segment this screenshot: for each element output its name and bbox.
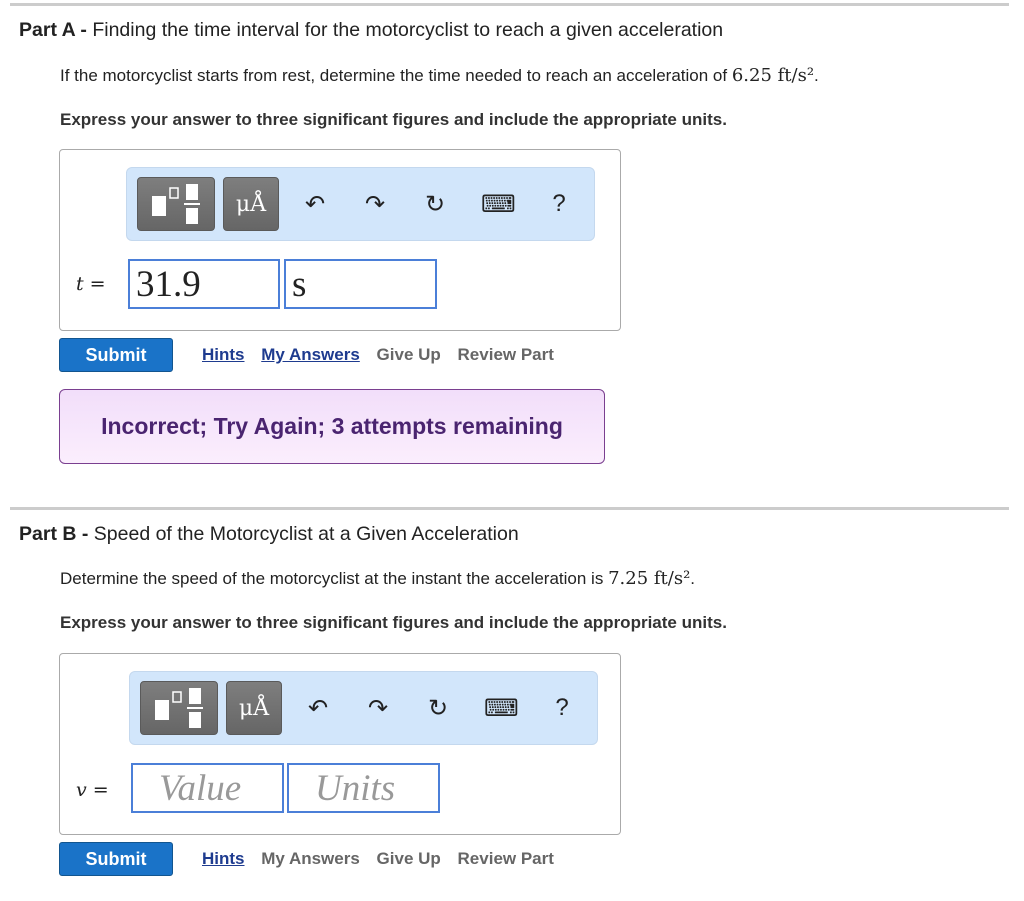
part-a-title: Part A - Finding the time interval for t… (19, 19, 723, 42)
units-input[interactable] (284, 259, 437, 309)
templates-button[interactable] (140, 681, 218, 735)
reset-icon[interactable]: ↻ (420, 190, 450, 219)
my-answers-link[interactable]: My Answers (261, 345, 360, 364)
part-a-prompt: If the motorcyclist starts from rest, de… (60, 65, 819, 86)
part-b-heading: Speed of the Motorcyclist at a Given Acc… (93, 523, 519, 545)
fraction-templates-icon (155, 688, 203, 728)
divider (10, 3, 1009, 6)
symbols-button[interactable]: μÅ (223, 177, 279, 231)
feedback-message: Incorrect; Try Again; 3 attempts remaini… (59, 389, 605, 464)
templates-button[interactable] (137, 177, 215, 231)
prompt-end: . (814, 66, 819, 85)
submit-button[interactable]: Submit (59, 842, 173, 876)
fraction-templates-icon (152, 184, 200, 224)
prompt-math: 6.25 ft/s² (731, 65, 815, 86)
part-a-label: Part A - (19, 19, 87, 41)
symbols-icon: μÅ (235, 192, 267, 217)
variable-label: t = (76, 273, 106, 295)
redo-icon[interactable]: ↷ (363, 694, 393, 723)
help-icon[interactable]: ? (547, 694, 577, 722)
part-b-instruction: Express your answer to three significant… (60, 613, 727, 632)
part-b-answer-box: μÅ ↶ ↷ ↻ ⌨ ? v = (59, 653, 621, 835)
prompt-math: 7.25 ft/s² (608, 568, 691, 589)
part-b-title: Part B - Speed of the Motorcyclist at a … (19, 523, 519, 546)
review-part-link[interactable]: Review Part (458, 345, 554, 364)
part-a-links: Hints My Answers Give Up Review Part (202, 345, 566, 365)
part-b-prompt: Determine the speed of the motorcyclist … (60, 568, 695, 589)
hints-link[interactable]: Hints (202, 345, 245, 364)
prompt-text: If the motorcyclist starts from rest, de… (60, 66, 728, 85)
value-input[interactable] (128, 259, 280, 309)
prompt-text: Determine the speed of the motorcyclist … (60, 569, 604, 588)
give-up-link[interactable]: Give Up (377, 849, 441, 868)
prompt-end: . (690, 569, 696, 588)
redo-icon[interactable]: ↷ (360, 190, 390, 219)
give-up-link[interactable]: Give Up (377, 345, 441, 364)
part-a-instruction: Express your answer to three significant… (60, 110, 727, 129)
keyboard-icon[interactable]: ⌨ (484, 694, 519, 723)
submit-button[interactable]: Submit (59, 338, 173, 372)
hints-link[interactable]: Hints (202, 849, 245, 868)
variable-label: v = (76, 779, 109, 801)
reset-icon[interactable]: ↻ (423, 694, 453, 723)
keyboard-icon[interactable]: ⌨ (481, 190, 516, 219)
help-icon[interactable]: ? (544, 190, 574, 218)
units-input[interactable] (287, 763, 440, 813)
undo-icon[interactable]: ↶ (300, 190, 330, 219)
math-toolbar: μÅ ↶ ↷ ↻ ⌨ ? (126, 167, 595, 241)
review-part-link[interactable]: Review Part (458, 849, 554, 868)
part-a-answer-box: μÅ ↶ ↷ ↻ ⌨ ? t = (59, 149, 621, 331)
part-b-links: Hints My Answers Give Up Review Part (202, 849, 566, 869)
divider (10, 507, 1009, 510)
symbols-icon: μÅ (238, 696, 270, 721)
symbols-button[interactable]: μÅ (226, 681, 282, 735)
part-a-heading: Finding the time interval for the motorc… (92, 19, 724, 41)
my-answers-link[interactable]: My Answers (261, 849, 360, 868)
math-toolbar: μÅ ↶ ↷ ↻ ⌨ ? (129, 671, 598, 745)
value-input[interactable] (131, 763, 284, 813)
undo-icon[interactable]: ↶ (303, 694, 333, 723)
part-b-label: Part B - (19, 523, 89, 545)
